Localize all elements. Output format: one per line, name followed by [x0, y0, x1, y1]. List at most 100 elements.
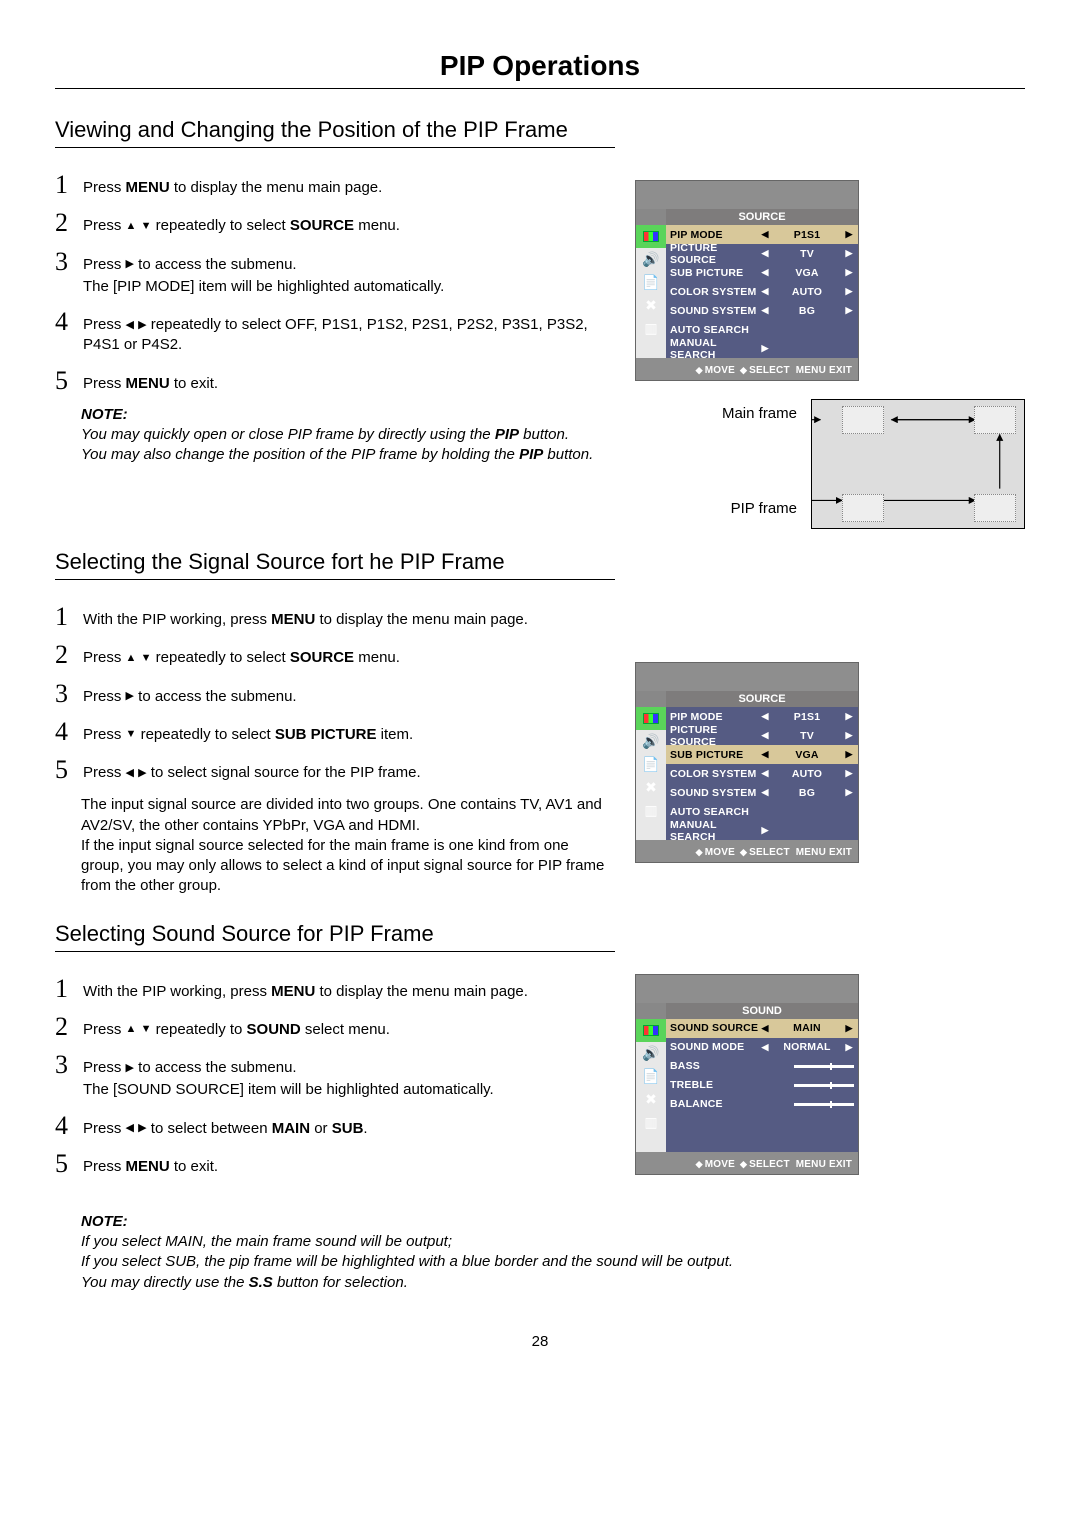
- step-number: 2: [55, 210, 79, 236]
- right-arrow-icon: ▶: [844, 305, 854, 316]
- osd-sidebar: 🔊 📄 ✖ ▥: [636, 707, 666, 840]
- diagram-frame: [842, 406, 884, 434]
- text-bold: MENU: [267, 611, 315, 628]
- osd-foot-exit: MENU EXIT: [796, 1159, 852, 1170]
- text: or: [310, 1120, 328, 1137]
- step: 2 Press ▲ ▼ repeatedly to select SOURCE …: [55, 642, 615, 668]
- right-arrow-icon: ▶: [138, 1123, 146, 1134]
- text: menu.: [354, 217, 400, 234]
- page-number: 28: [55, 1333, 1025, 1350]
- text: With the PIP working, press: [83, 611, 267, 628]
- right-arrow-icon: ▶: [844, 787, 854, 798]
- osd-row-label: COLOR SYSTEM: [670, 768, 760, 780]
- function-tab-icon: 📄: [636, 271, 666, 294]
- step: 5 Press MENU to exit.: [55, 1151, 615, 1177]
- note-text-bold: PIP: [495, 426, 519, 443]
- pip-position-diagram: Main frame PIP frame: [635, 399, 1025, 529]
- text: With the PIP working, press: [83, 983, 267, 1000]
- step-text: Press ▼ repeatedly to select SUB PICTURE…: [83, 719, 413, 745]
- osd-row: BALANCE: [666, 1095, 858, 1114]
- diamond-icon: ◆: [740, 1159, 747, 1169]
- text: Press: [83, 375, 121, 392]
- step: 4 Press ◀ ▶ repeatedly to select OFF, P1…: [55, 309, 615, 356]
- section-3: Selecting Sound Source for PIP Frame 1 W…: [55, 921, 1025, 1293]
- note-text: You may also change the position of the …: [81, 446, 519, 463]
- step-subtext: The [PIP MODE] item will be highlighted …: [83, 277, 444, 297]
- left-arrow-icon: ◀: [760, 711, 770, 722]
- osd-row-label: SOUND MODE: [670, 1041, 760, 1053]
- right-arrow-icon: ▶: [760, 825, 770, 836]
- osd-row-value: MAIN: [770, 1022, 844, 1034]
- osd-row-label: MANUAL SEARCH: [670, 337, 760, 361]
- note-block: NOTE: If you select MAIN, the main frame…: [81, 1213, 1025, 1293]
- step: 3 Press ▶ to access the submenu.: [55, 681, 615, 707]
- left-arrow-icon: ◀: [760, 286, 770, 297]
- osd-row-label: SUB PICTURE: [670, 267, 760, 279]
- text-bold: SOUND: [242, 1021, 300, 1038]
- step: 5 Press MENU to exit.: [55, 368, 615, 394]
- step-text: With the PIP working, press MENU to disp…: [83, 604, 528, 630]
- text: to display the menu main page.: [315, 611, 528, 628]
- right-arrow-icon: ▶: [138, 320, 146, 331]
- osd-list: PIP MODE◀P1S1▶ PICTURE SOURCE◀TV▶ SUB PI…: [666, 707, 858, 840]
- note-label: NOTE:: [81, 406, 615, 423]
- up-arrow-icon: ▲: [126, 653, 137, 664]
- text: repeatedly to select: [156, 649, 286, 666]
- osd-foot-move: MOVE: [705, 1159, 735, 1170]
- left-arrow-icon: ◀: [760, 267, 770, 278]
- body-paragraph: The input signal source are divided into…: [81, 795, 615, 896]
- step-text: Press ▲ ▼ repeatedly to select SOURCE me…: [83, 642, 400, 668]
- section-1: Viewing and Changing the Position of the…: [55, 117, 1025, 529]
- note-line: If you select SUB, the pip frame will be…: [81, 1252, 1025, 1272]
- text: to exit.: [170, 1158, 218, 1175]
- picture-tab-icon: [636, 1019, 666, 1042]
- note-text: button.: [519, 426, 569, 443]
- sound-tab-icon: 🔊: [636, 1042, 666, 1065]
- right-arrow-icon: ▶: [844, 711, 854, 722]
- osd-title: SOURCE: [666, 209, 858, 225]
- text-bold: MAIN: [268, 1120, 311, 1137]
- text: Press: [83, 1021, 121, 1038]
- osd-row-label: BASS: [670, 1060, 760, 1072]
- right-arrow-icon: ▶: [844, 248, 854, 259]
- left-arrow-icon: ◀: [760, 787, 770, 798]
- diamond-icon: ◆: [696, 847, 703, 857]
- diagram-label-pip: PIP frame: [635, 500, 797, 517]
- left-arrow-icon: ◀: [760, 1042, 770, 1053]
- osd-row-sound-source: SOUND SOURCE◀MAIN▶: [666, 1019, 858, 1038]
- step-text: Press ▲ ▼ repeatedly to SOUND select men…: [83, 1014, 390, 1040]
- text: select menu.: [301, 1021, 390, 1038]
- step-text: Press ▶ to access the submenu. The [SOUN…: [83, 1052, 494, 1101]
- osd-row-label: AUTO SEARCH: [670, 324, 760, 336]
- osd-menu-source: SOURCE 🔊 📄 ✖ ▥ PIP MODE◀P1S1▶ PICTURE SO…: [635, 662, 859, 863]
- diamond-icon: ◆: [740, 365, 747, 375]
- left-arrow-icon: ◀: [126, 768, 134, 779]
- section-title: Selecting Sound Source for PIP Frame: [55, 921, 1025, 947]
- left-arrow-icon: ◀: [760, 1023, 770, 1034]
- osd-menu-sound: SOUND 🔊 📄 ✖ ▥ SOUND SOURCE◀MAIN▶ SOUND M…: [635, 974, 859, 1175]
- text-bold: MENU: [121, 1158, 169, 1175]
- osd-footer: ◆MOVE ◆SELECT MENU EXIT: [636, 358, 858, 380]
- osd-row: BASS: [666, 1057, 858, 1076]
- text: Press: [83, 726, 121, 743]
- step-number: 3: [55, 681, 79, 707]
- step-number: 5: [55, 368, 79, 394]
- osd-list: PIP MODE◀P1S1▶ PICTURE SOURCE◀TV▶ SUB PI…: [666, 225, 858, 358]
- osd-row-value: BG: [770, 305, 844, 317]
- right-arrow-icon: ▶: [844, 768, 854, 779]
- note-text: You may directly use the: [81, 1274, 249, 1291]
- step: 1 With the PIP working, press MENU to di…: [55, 976, 615, 1002]
- down-arrow-icon: ▼: [126, 729, 137, 740]
- osd-row-label: AUTO SEARCH: [670, 806, 760, 818]
- osd-title: SOURCE: [666, 691, 858, 707]
- osd-row-label: SOUND SYSTEM: [670, 787, 760, 799]
- text: Press: [83, 649, 121, 666]
- osd-row-label: COLOR SYSTEM: [670, 286, 760, 298]
- osd-row-label: PIP MODE: [670, 229, 760, 241]
- text: to select between: [151, 1120, 268, 1137]
- text: Press: [83, 1158, 121, 1175]
- source-tab-icon: ✖: [636, 776, 666, 799]
- osd-row-sub-picture: SUB PICTURE◀VGA▶: [666, 745, 858, 764]
- osd-row: COLOR SYSTEM◀AUTO▶: [666, 764, 858, 783]
- text: item.: [377, 726, 414, 743]
